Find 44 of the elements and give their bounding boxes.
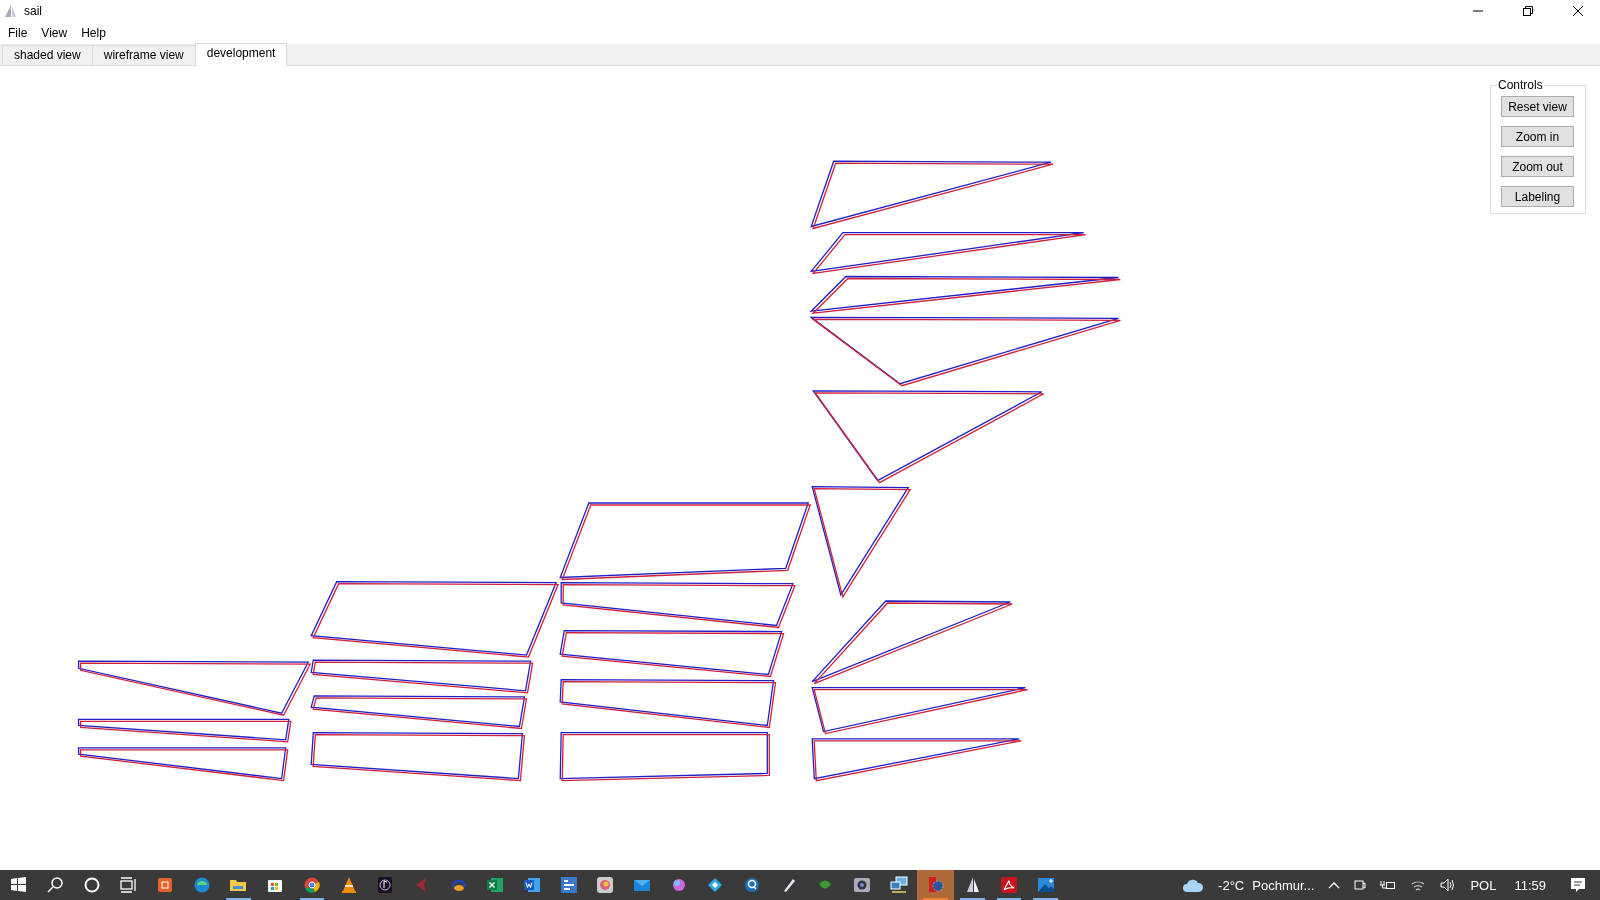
zoom-icon xyxy=(743,876,762,894)
control-button[interactable]: Zoom in xyxy=(1501,126,1574,147)
round-logo-icon xyxy=(302,876,321,894)
wifi-icon[interactable] xyxy=(1410,878,1427,892)
restore-icon[interactable] xyxy=(1522,5,1534,17)
task-view-icon xyxy=(119,876,138,894)
diamond-icon xyxy=(706,876,725,894)
speaker-icon[interactable] xyxy=(1440,878,1457,892)
gear-icon xyxy=(926,876,945,894)
menu-item[interactable]: View xyxy=(35,24,74,42)
palette-icon xyxy=(596,876,615,894)
menu-item[interactable]: Help xyxy=(75,24,112,42)
start-icon xyxy=(9,876,28,894)
camera-icon[interactable] xyxy=(1354,877,1367,893)
clock[interactable]: 11:59 xyxy=(1514,877,1546,893)
square-icon xyxy=(156,876,175,894)
spreadsheet-icon xyxy=(486,876,505,894)
picture-icon xyxy=(1036,876,1055,894)
camera-icon xyxy=(853,876,872,894)
chevron-up-icon[interactable] xyxy=(1328,881,1341,889)
control-button[interactable]: Zoom out xyxy=(1501,156,1574,177)
menu-item[interactable]: File xyxy=(2,24,34,42)
weather-text: Pochmur... xyxy=(1252,877,1315,893)
cloud-icon[interactable] xyxy=(1182,877,1205,893)
tab[interactable]: shaded view xyxy=(2,45,93,65)
document-icon xyxy=(522,876,541,894)
temperature: -2°C xyxy=(1218,877,1245,893)
group-title: Controls xyxy=(1497,78,1544,92)
pdf-icon xyxy=(999,876,1018,894)
diagram-icon xyxy=(559,876,578,894)
window-title: sail xyxy=(24,4,43,18)
close-icon[interactable] xyxy=(1572,5,1584,17)
cone-icon xyxy=(339,876,358,894)
tab[interactable]: development xyxy=(194,43,288,66)
search-icon xyxy=(46,876,65,894)
control-button[interactable]: Labeling xyxy=(1501,186,1574,207)
input-language[interactable]: POL xyxy=(1470,877,1497,893)
sail-logo-icon xyxy=(2,3,18,19)
globe-icon xyxy=(192,876,211,894)
computer-icon xyxy=(889,876,908,894)
circle-icon xyxy=(82,876,101,894)
battery-icon[interactable] xyxy=(1380,879,1397,891)
notification-icon[interactable] xyxy=(1570,877,1586,893)
control-button[interactable]: Reset view xyxy=(1501,96,1574,117)
